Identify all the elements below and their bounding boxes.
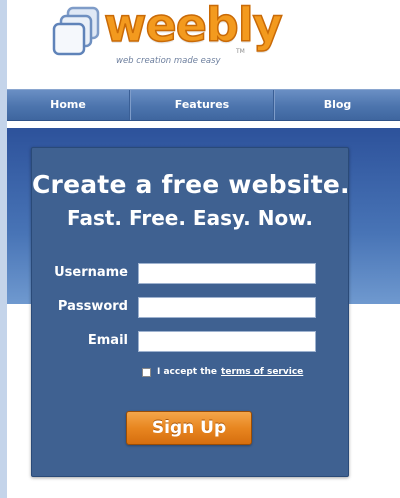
nav-item-features[interactable]: Features xyxy=(130,90,274,120)
terms-of-service-link[interactable]: terms of service xyxy=(221,367,303,377)
signup-title: Create a free website. xyxy=(32,170,350,199)
terms-row: I accept the terms of service xyxy=(142,365,303,379)
signup-subtitle: Fast. Free. Easy. Now. xyxy=(66,206,314,230)
terms-checkbox[interactable] xyxy=(142,367,151,377)
logo-tagline: web creation made easy xyxy=(116,56,221,66)
signup-panel: Create a free website. Fast. Free. Easy.… xyxy=(31,147,350,477)
logo-wordmark: weebly xyxy=(103,0,283,53)
username-input[interactable] xyxy=(138,263,316,284)
weebly-logo[interactable]: weebly web creation made easy TM xyxy=(52,0,283,70)
sign-up-button[interactable]: Sign Up xyxy=(126,411,252,445)
left-edge-bar xyxy=(0,0,7,498)
nav-item-home[interactable]: Home xyxy=(7,90,130,120)
terms-label: I accept the xyxy=(157,367,218,377)
stacked-pages-icon xyxy=(52,6,100,56)
password-label: Password xyxy=(57,299,128,314)
username-label: Username xyxy=(54,265,128,280)
email-input[interactable] xyxy=(138,331,316,352)
password-input[interactable] xyxy=(138,297,316,318)
main-navigation: Home Features Blog xyxy=(7,89,400,121)
trademark-mark: TM xyxy=(236,48,245,55)
nav-item-blog[interactable]: Blog xyxy=(274,90,400,120)
email-label: Email xyxy=(87,333,128,348)
